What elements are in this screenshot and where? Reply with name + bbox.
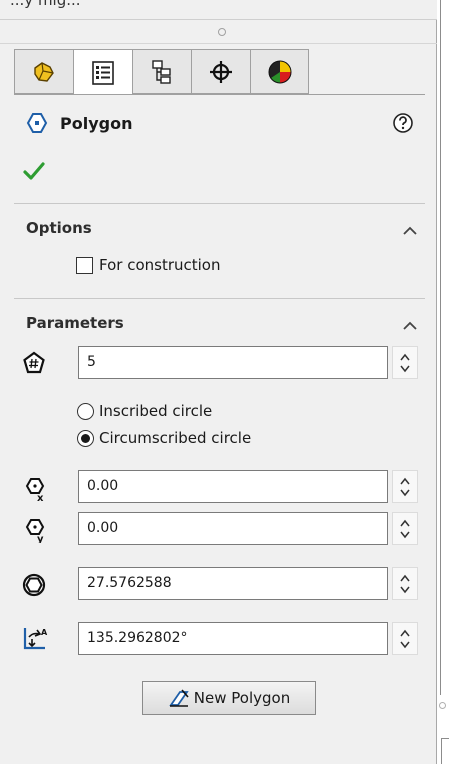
property-manager-icon [92,60,114,85]
circumscribed-circle-label: Circumscribed circle [99,429,252,447]
configuration-manager-icon [152,59,171,84]
divider [14,203,425,204]
tabs-baseline [14,94,425,95]
center-x-icon-wrap: x [22,476,48,506]
center-x-input[interactable]: 0.00 [78,470,388,503]
inscribed-circle-label: Inscribed circle [99,402,213,420]
angle-icon-wrap: A [22,625,50,655]
grip-dot-icon [218,28,226,36]
page-title: Polygon [60,113,133,133]
spinner-arrows-icon [400,574,410,593]
dimxpert-manager-icon [210,60,232,83]
number-of-sides-input[interactable]: 5 [78,346,388,379]
diameter-icon-wrap [22,573,46,601]
inscribed-circle-option[interactable]: Inscribed circle [77,402,212,420]
help-icon [393,113,413,133]
svg-text:y: y [37,534,44,543]
new-polygon-label: New Polygon [193,689,291,707]
tab-feature-manager[interactable] [14,49,73,94]
diameter-input[interactable]: 27.5762588 [78,567,388,600]
tab-property-manager[interactable] [73,49,132,95]
sketch-polygon-icon [169,689,189,707]
tab-configuration-manager[interactable] [132,49,191,94]
panel-grip[interactable] [0,20,437,44]
circle-diameter-icon [22,573,46,597]
spinner-arrows-icon [400,353,410,372]
circumscribed-circle-option[interactable]: Circumscribed circle [77,429,251,447]
ok-button[interactable] [22,160,46,186]
spinner-arrows-icon [400,477,410,496]
svg-text:A: A [41,628,48,637]
sides-icon-wrap [22,351,46,379]
circumscribed-circle-radio[interactable] [77,429,94,447]
center-x-spinner[interactable] [392,470,418,503]
center-y-spinner[interactable] [392,512,418,545]
diameter-spinner[interactable] [392,567,418,600]
chevron-up-icon [403,321,417,330]
divider [14,298,425,299]
manager-tabs [14,49,309,95]
property-manager-panel: ...y mig... Polygon Options For construc… [0,0,437,764]
inscribed-circle-radio[interactable] [77,402,94,420]
options-section-title[interactable]: Options [26,219,92,237]
feature-manager-icon [34,61,54,82]
spinner-arrows-icon [400,629,410,648]
parameters-collapse-button[interactable] [403,317,417,335]
help-button[interactable] [392,112,414,138]
for-construction-checkbox[interactable] [76,256,93,274]
center-y-input[interactable]: 0.00 [78,512,388,545]
options-collapse-button[interactable] [403,222,417,240]
chevron-up-icon [403,226,417,235]
for-construction-option[interactable]: For construction [76,256,221,274]
edge-frame [441,738,449,764]
number-of-sides-icon [23,351,45,374]
checkmark-icon [23,162,45,180]
display-manager-icon [268,60,291,83]
splitter-dot-icon [439,702,446,709]
angle-spinner[interactable] [392,622,418,655]
top-text-fragment: ...y mig... [10,0,81,9]
angle-input[interactable]: 135.2962802° [78,622,388,655]
number-of-sides-spinner[interactable] [392,346,418,379]
center-y-icon: y [25,519,45,545]
spinner-arrows-icon [400,519,410,538]
angle-icon: A [23,628,48,650]
tab-display-manager[interactable] [250,49,309,94]
svg-text:x: x [37,493,44,502]
graphics-area-edge [437,0,449,764]
new-polygon-button[interactable]: New Polygon [142,681,316,715]
feature-title: Polygon [26,112,132,134]
center-x-icon: x [25,478,45,504]
parameters-section-title[interactable]: Parameters [26,314,124,332]
tab-dimxpert-manager[interactable] [191,49,250,94]
center-y-icon-wrap: y [22,517,48,547]
edge-line [440,0,441,695]
top-strip: ...y mig... [0,0,437,20]
polygon-icon [26,113,48,133]
for-construction-label: For construction [99,256,221,274]
